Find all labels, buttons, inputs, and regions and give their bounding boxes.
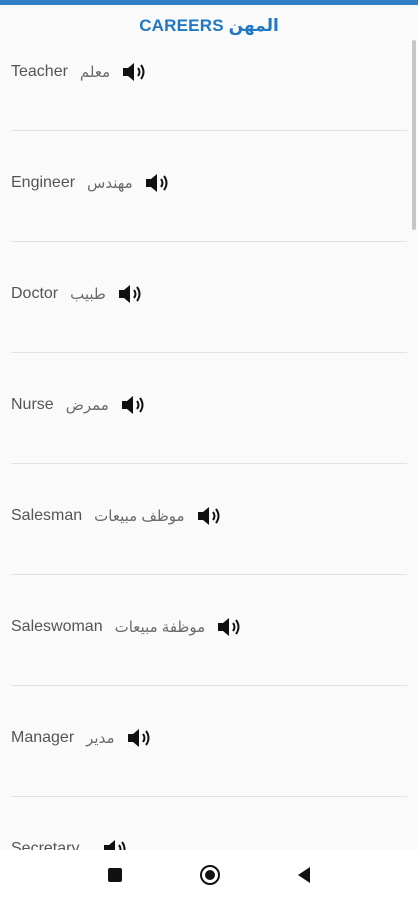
career-row-manager[interactable]: Manager مدير: [11, 686, 407, 797]
career-arabic-label: طبيب: [70, 286, 106, 303]
app-header: CAREERS المهن: [0, 5, 418, 47]
speaker-icon[interactable]: [101, 836, 131, 850]
speaker-icon[interactable]: [215, 614, 245, 640]
circle-icon: [200, 865, 220, 885]
scrollbar[interactable]: [412, 40, 416, 230]
career-english-label: Nurse: [11, 396, 54, 413]
career-row-engineer[interactable]: Engineer مهندس: [11, 131, 407, 242]
career-row-salesman[interactable]: Salesman موظف مبيعات: [11, 464, 407, 575]
back-button[interactable]: [284, 855, 324, 895]
speaker-icon[interactable]: [195, 503, 225, 529]
career-arabic-label: موظف مبيعات: [94, 508, 185, 525]
speaker-icon[interactable]: [116, 281, 146, 307]
speaker-icon[interactable]: [120, 59, 150, 85]
career-row-secretary[interactable]: Secretary: [11, 797, 407, 850]
career-english-label: Secretary: [11, 840, 80, 850]
android-navigation-bar: [0, 850, 418, 900]
career-english-label: Engineer: [11, 174, 76, 191]
speaker-icon[interactable]: [143, 170, 173, 196]
careers-list[interactable]: Teacher معلم Engineer مهندس Doctor طبيب …: [0, 20, 418, 850]
recent-apps-button[interactable]: [95, 855, 135, 895]
career-arabic-label: مدير: [86, 730, 115, 747]
square-icon: [108, 868, 122, 882]
career-row-saleswoman[interactable]: Saleswoman موظفة مبيعات: [11, 575, 407, 686]
speaker-icon[interactable]: [119, 392, 149, 418]
career-arabic-label: ممرض: [65, 397, 109, 414]
triangle-back-icon: [298, 867, 310, 883]
page-title: CAREERS المهن: [139, 16, 279, 35]
career-english-label: Teacher: [11, 63, 68, 80]
career-english-label: Doctor: [11, 285, 59, 302]
career-english-label: Manager: [11, 729, 75, 746]
career-english-label: Salesman: [11, 507, 83, 524]
career-row-nurse[interactable]: Nurse ممرض: [11, 353, 407, 464]
career-arabic-label: موظفة مبيعات: [114, 619, 206, 636]
career-row-doctor[interactable]: Doctor طبيب: [11, 242, 407, 353]
home-button[interactable]: [190, 855, 230, 895]
speaker-icon[interactable]: [125, 725, 155, 751]
career-arabic-label: مهندس: [87, 175, 133, 192]
career-arabic-label: معلم: [79, 64, 111, 81]
career-english-label: Saleswoman: [11, 618, 103, 635]
